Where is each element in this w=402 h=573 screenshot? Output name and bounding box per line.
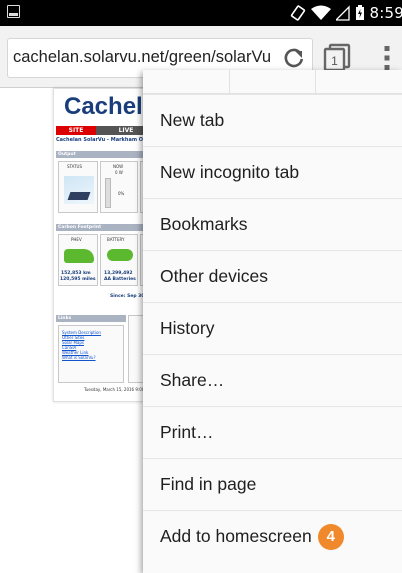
phev-value: 152,853 km xyxy=(61,271,91,276)
menu-item-label: History xyxy=(160,318,215,338)
tab-count: 1 xyxy=(331,54,338,68)
screen: 8:59 cachelan.solarvu.net/green/solarVu … xyxy=(0,0,402,573)
phev-value-miles: 120,595 miles xyxy=(60,277,96,282)
menu-item-label: Other devices xyxy=(160,266,268,286)
menu-item-bookmarks[interactable]: Bookmarks xyxy=(143,198,402,250)
menu-item-label: New incognito tab xyxy=(160,162,300,182)
clock: 8:59 xyxy=(369,4,402,22)
solar-panel-image xyxy=(64,176,94,204)
battery-image xyxy=(107,249,133,261)
menu-item-label: Add to homescreen xyxy=(160,526,312,546)
link-what-is-solarvu[interactable]: What is SolarVu? xyxy=(62,355,96,360)
battery-label: BATTERY xyxy=(107,237,125,242)
phev-label: PHEV xyxy=(71,237,82,242)
battery-icon xyxy=(355,5,364,20)
wifi-icon xyxy=(310,5,331,20)
menu-item-label: Bookmarks xyxy=(160,214,248,234)
battery-panel: BATTERY 13,299,492 AA Batteries xyxy=(100,234,138,286)
status-icons: 8:59 xyxy=(290,3,402,23)
nav-site[interactable]: SITE xyxy=(56,126,96,135)
links-header: Links xyxy=(56,315,126,322)
menu-item-new-incognito-tab[interactable]: New incognito tab xyxy=(143,146,402,198)
status-label: STATUS xyxy=(67,164,83,169)
image-notification-icon xyxy=(7,5,20,18)
signal-icon xyxy=(335,5,350,21)
tab-switcher-icon[interactable]: 1 xyxy=(323,42,351,72)
power-meter xyxy=(105,178,111,208)
now-label: NOW xyxy=(113,164,124,169)
now-panel: NOW 0 W 0% xyxy=(100,161,138,213)
menu-item-label: Share… xyxy=(160,370,225,390)
menu-item-new-tab[interactable]: New tab xyxy=(143,94,402,146)
menu-item-share[interactable]: Share… xyxy=(143,354,402,406)
menu-item-label: New tab xyxy=(160,110,225,130)
car-icon xyxy=(64,249,94,263)
overflow-menu: New tab New incognito tab Bookmarks Othe… xyxy=(143,70,402,573)
site-title: Cachelan SolarVu - Markham ON xyxy=(56,137,148,143)
menu-item-other-devices[interactable]: Other devices xyxy=(143,250,402,302)
menu-item-add-to-homescreen[interactable]: Add to homescreen 4 xyxy=(143,510,402,562)
menu-item-history[interactable]: History xyxy=(143,302,402,354)
rotation-icon xyxy=(290,5,305,21)
status-bar: 8:59 xyxy=(0,0,402,26)
status-panel: STATUS xyxy=(58,161,98,213)
battery-value: 13,299,492 xyxy=(104,271,133,276)
battery-value-label: AA Batteries xyxy=(104,277,136,282)
menu-top-strip xyxy=(143,70,402,94)
url-text[interactable]: cachelan.solarvu.net/green/solarVu xyxy=(13,48,279,67)
links-panel: System Description Other Sites Solar Map… xyxy=(58,325,124,383)
phev-panel: PHEV 152,853 km 120,595 miles xyxy=(58,234,98,286)
menu-item-label: Print… xyxy=(160,422,214,442)
overflow-menu-icon[interactable] xyxy=(379,44,395,72)
menu-item-label: Find in page xyxy=(160,474,257,494)
now-value: 0 W xyxy=(115,170,123,175)
reload-icon[interactable] xyxy=(282,46,306,70)
menu-item-find-in-page[interactable]: Find in page xyxy=(143,458,402,510)
step-badge: 4 xyxy=(317,523,344,550)
percent-value: 0% xyxy=(118,191,125,196)
footer-date: Tuesday, March 15, 2016 9:00:02 xyxy=(84,387,151,392)
menu-item-print[interactable]: Print… xyxy=(143,406,402,458)
